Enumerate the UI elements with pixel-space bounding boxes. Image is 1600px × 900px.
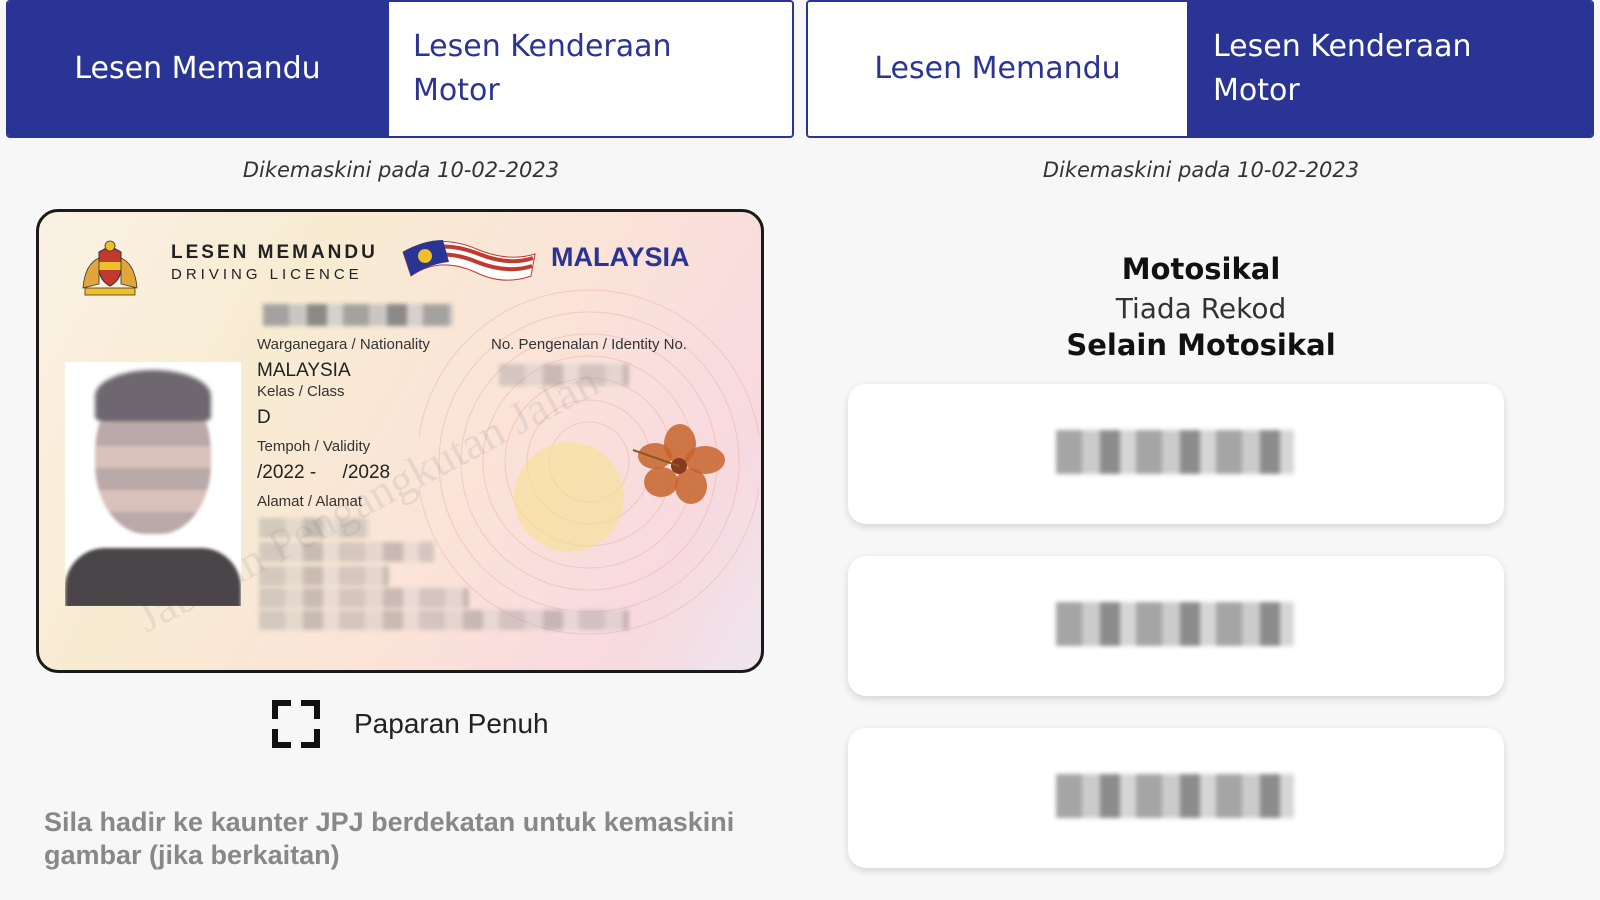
tab-driving-licence-label: Lesen Memandu: [874, 51, 1121, 86]
malaysia-flag-icon: [402, 240, 536, 281]
validity-value: /2022 - /2028: [257, 462, 391, 483]
licence-tab-bar-right: Lesen Memandu Lesen Kenderaan Motor: [806, 0, 1594, 138]
vehicle-class-card[interactable]: [848, 384, 1504, 524]
last-updated-text: Dikemaskini pada 10-02-2023: [242, 158, 560, 182]
redacted-vehicle-class: [1056, 430, 1294, 474]
vehicle-class-card[interactable]: [848, 728, 1504, 868]
driving-licence-card: Jabatan Pengangkutan Jalan LESEN MEMANDU…: [36, 209, 764, 673]
card-title: LESEN MEMANDU: [171, 242, 378, 263]
validity-label: Tempoh / Validity: [257, 438, 371, 455]
fullscreen-icon: [272, 700, 320, 748]
tab-driving-licence[interactable]: Lesen Memandu: [8, 2, 387, 136]
redacted-vehicle-class: [1056, 774, 1294, 818]
redacted-address-line: [259, 542, 434, 562]
tab-driving-licence[interactable]: Lesen Memandu: [808, 2, 1187, 136]
card-subtitle: DRIVING LICENCE: [171, 266, 363, 283]
redacted-address-line: [259, 610, 629, 630]
redacted-name: [263, 304, 453, 326]
redacted-address-line: [259, 588, 469, 608]
full-view-label: Paparan Penuh: [354, 708, 549, 739]
tab-vehicle-licence[interactable]: Lesen Kenderaan Motor: [387, 2, 792, 136]
coat-of-arms-icon: [82, 240, 138, 296]
tab-vehicle-licence-label: Lesen Kenderaan Motor: [413, 29, 672, 108]
address-label: Alamat / Alamat: [257, 493, 363, 510]
photo-update-notice: Sila hadir ke kaunter JPJ berdekatan unt…: [44, 807, 735, 870]
motorcycle-title: Motosikal: [1121, 252, 1281, 286]
nationality-label: Warganegara / Nationality: [257, 336, 430, 353]
redacted-address-line: [259, 518, 369, 538]
tab-vehicle-licence[interactable]: Lesen Kenderaan Motor: [1187, 2, 1592, 136]
hibiscus-icon: [632, 424, 725, 504]
redacted-identity-number: [499, 364, 629, 386]
card-country: MALAYSIA: [551, 242, 690, 272]
class-label: Kelas / Class: [257, 383, 345, 400]
redacted-address-line: [259, 566, 389, 586]
tab-driving-licence-label: Lesen Memandu: [74, 51, 321, 86]
other-vehicles-title: Selain Motosikal: [1066, 328, 1336, 362]
nationality-value: MALAYSIA: [257, 360, 351, 381]
redacted-vehicle-class: [1056, 602, 1294, 646]
full-view-button[interactable]: Paparan Penuh: [272, 700, 549, 748]
vehicle-class-card[interactable]: [848, 556, 1504, 696]
tab-vehicle-licence-label: Lesen Kenderaan Motor: [1213, 29, 1472, 108]
licence-tab-bar-left: Lesen Memandu Lesen Kenderaan Motor: [6, 0, 794, 138]
identity-label: No. Pengenalan / Identity No.: [491, 336, 687, 353]
last-updated-text: Dikemaskini pada 10-02-2023: [1042, 158, 1360, 182]
holder-photo: [65, 362, 241, 606]
motorcycle-status: Tiada Rekod: [1115, 292, 1287, 325]
class-value: D: [257, 407, 271, 428]
